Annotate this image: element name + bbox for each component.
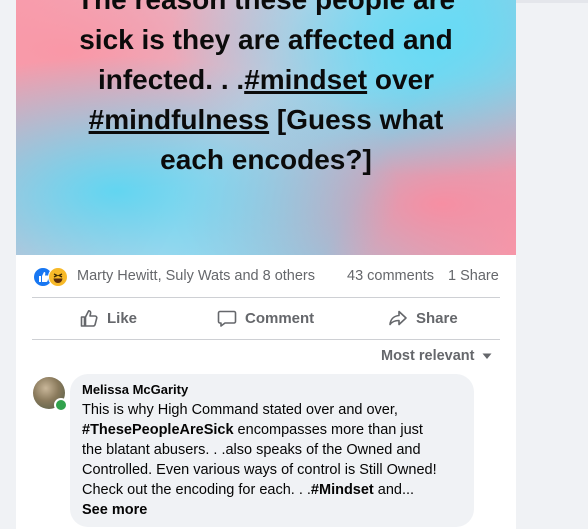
comment-sort-dropdown[interactable]: Most relevant (381, 348, 493, 364)
banner-line-3-prefix: infected. . . (97, 64, 245, 95)
reactors-link[interactable]: Marty Hewitt, Suly Wats and 8 others (77, 268, 315, 284)
share-icon (389, 310, 407, 326)
comment-line-2: #ThesePeopleAreSick encompasses more tha… (82, 420, 470, 440)
sort-label: Most relevant (381, 348, 475, 364)
see-more-link[interactable]: See more (82, 500, 470, 520)
comment-bubble: Melissa McGarity This is why High Comman… (70, 374, 474, 527)
share-button[interactable]: Share (388, 298, 458, 338)
shares-count-link[interactable]: 1 Share (448, 268, 499, 284)
hashtag-thesepeoplearesick[interactable]: #ThesePeopleAreSick (82, 422, 234, 438)
comment-button[interactable]: Comment (217, 298, 314, 338)
hashtag-mindset[interactable]: #mindset (244, 64, 367, 95)
share-label: Share (416, 309, 458, 327)
divider-bottom (32, 339, 500, 340)
comment-label: Comment (245, 309, 315, 327)
top-border (516, 0, 588, 3)
comment-line-1: This is why High Command stated over and… (82, 402, 398, 418)
banner-line-2: sick is they are affected and (79, 24, 453, 55)
banner-text: The reason these people are sick is they… (16, 0, 516, 180)
hashtag-mindfulness[interactable]: #mindfulness (89, 104, 269, 135)
banner-line-1: The reason these people are (16, 0, 516, 20)
banner-line-5: each encodes?] (160, 144, 372, 175)
hashtag-mindset-comment[interactable]: #Mindset (311, 482, 374, 498)
comment-line-3: the blatant abusers. . .also speaks of t… (82, 442, 421, 458)
comment-line-4: Controlled. Even various ways of control… (82, 462, 437, 478)
like-button[interactable]: Like (79, 298, 137, 338)
comment-line-2-suffix: encompasses more than just (233, 422, 423, 438)
chevron-down-icon (482, 353, 492, 359)
comment-text: This is why High Command stated over and… (82, 400, 470, 520)
reaction-icons[interactable] (33, 267, 73, 287)
comment-line-5-suffix: and... (373, 482, 415, 498)
banner-line-4-suffix: [Guess what (269, 104, 444, 135)
page-background-strip (516, 0, 588, 529)
post-action-bar: Like Comment Share (16, 298, 516, 338)
haha-reaction-icon (48, 267, 68, 287)
post-card: The reason these people are sick is they… (16, 0, 516, 529)
post-stats: Marty Hewitt, Suly Wats and 8 others 43 … (16, 258, 516, 296)
post-banner-image[interactable]: The reason these people are sick is they… (16, 0, 516, 255)
comment-line-5: Check out the encoding for each. . .#Min… (82, 480, 470, 500)
thumbs-up-icon (80, 310, 98, 327)
banner-line-4: #mindfulness [Guess what (16, 100, 516, 140)
like-label: Like (107, 309, 138, 327)
comment-author[interactable]: Melissa McGarity (82, 382, 188, 397)
comment-line-5-prefix: Check out the encoding for each. . . (82, 482, 311, 498)
banner-line-3-suffix: over (367, 64, 435, 95)
comments-count-link[interactable]: 43 comments (347, 268, 434, 284)
banner-line-3: infected. . .#mindset over (16, 60, 516, 100)
online-status-dot (54, 398, 68, 412)
comment-icon (217, 310, 237, 327)
